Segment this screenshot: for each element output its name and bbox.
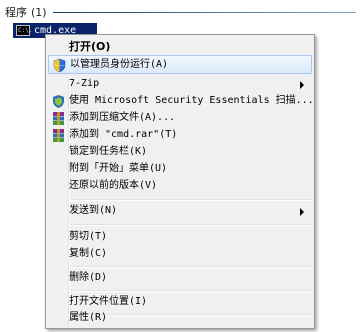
menu-item-label: 使用 Microsoft Security Essentials 扫描... — [69, 95, 314, 106]
menu-separator — [70, 224, 312, 226]
section-count: (1) — [31, 6, 47, 19]
winrar-icon — [53, 112, 64, 125]
winrar-icon — [53, 129, 64, 142]
menu-item-send-to[interactable]: 发送到(N) — [48, 202, 312, 221]
menu-item-label: 7-Zip — [69, 78, 100, 89]
menu-item-copy[interactable]: 复制(C) — [48, 245, 312, 264]
menu-item-label: 以管理员身份运行(A) — [70, 59, 169, 70]
menu-item-label: 打开(O) — [69, 40, 111, 53]
menu-item-label: 删除(D) — [69, 272, 108, 283]
start-menu-search-results: 程序 (1) C:\. cmd.exe 打开(O) 以管理员身份运行(A) 7-Z… — [0, 0, 360, 332]
menu-item-restore-previous-versions[interactable]: 还原以前的版本(V) — [48, 177, 312, 196]
console-icon: C:\. — [16, 25, 33, 36]
section-title-text: 程序 — [5, 6, 27, 19]
section-divider — [52, 11, 356, 13]
menu-item-label: 还原以前的版本(V) — [69, 180, 158, 191]
context-menu: 打开(O) 以管理员身份运行(A) 7-Zip 使用 Microsoft Sec… — [45, 34, 315, 329]
menu-item-properties[interactable]: 属性(R) — [48, 309, 312, 328]
menu-item-label: 属性(R) — [69, 312, 108, 323]
programs-section-header: 程序 (1) — [0, 4, 360, 20]
menu-item-delete[interactable]: 删除(D) — [48, 269, 312, 288]
section-title: 程序 (1) — [0, 4, 47, 20]
submenu-arrow-icon — [300, 208, 304, 216]
menu-item-label: 打开文件位置(I) — [69, 296, 148, 307]
menu-item-label: 添加到压缩文件(A)... — [69, 112, 176, 123]
shield-icon — [53, 58, 66, 73]
menu-item-label: 复制(C) — [69, 248, 108, 259]
menu-separator — [70, 199, 312, 201]
menu-item-label: 剪切(T) — [69, 231, 108, 242]
submenu-arrow-icon — [300, 81, 304, 89]
menu-separator — [70, 266, 312, 268]
menu-item-label: 附到「开始」菜单(U) — [69, 163, 168, 174]
mse-icon — [53, 95, 64, 108]
menu-separator — [70, 290, 312, 292]
menu-item-label: 添加到 "cmd.rar"(T) — [69, 129, 178, 140]
menu-item-label: 发送到(N) — [69, 205, 118, 216]
menu-item-label: 锁定到任务栏(K) — [69, 146, 148, 157]
menu-item-run-as-admin[interactable]: 以管理员身份运行(A) — [48, 55, 312, 74]
